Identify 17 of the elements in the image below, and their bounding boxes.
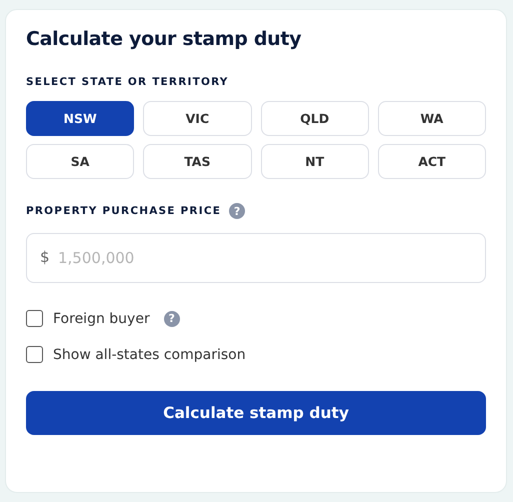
state-tab[interactable]: ACT [378, 144, 486, 179]
section-label: SELECT STATE OR TERRITORY [26, 76, 230, 88]
section-label: PROPERTY PURCHASE PRICE [26, 205, 222, 217]
checkbox-label: Show all-states comparison [53, 346, 246, 362]
checkbox[interactable] [26, 310, 43, 327]
card-title: Calculate your stamp duty [26, 28, 302, 50]
state-tab[interactable]: NT [260, 144, 369, 179]
state-tab[interactable]: SA [26, 144, 134, 179]
checkbox[interactable] [26, 346, 43, 363]
state-tab[interactable]: TAS [143, 144, 252, 179]
state-tab[interactable]: NSW [26, 101, 134, 136]
currency-prefix: $ [40, 248, 50, 266]
state-tab[interactable]: VIC [143, 101, 252, 136]
state-tab[interactable]: WA [378, 101, 486, 136]
calculate-button[interactable]: Calculate stamp duty [26, 391, 486, 435]
state-tab[interactable]: QLD [260, 101, 369, 136]
checkbox-label: Foreign buyer [53, 310, 150, 326]
